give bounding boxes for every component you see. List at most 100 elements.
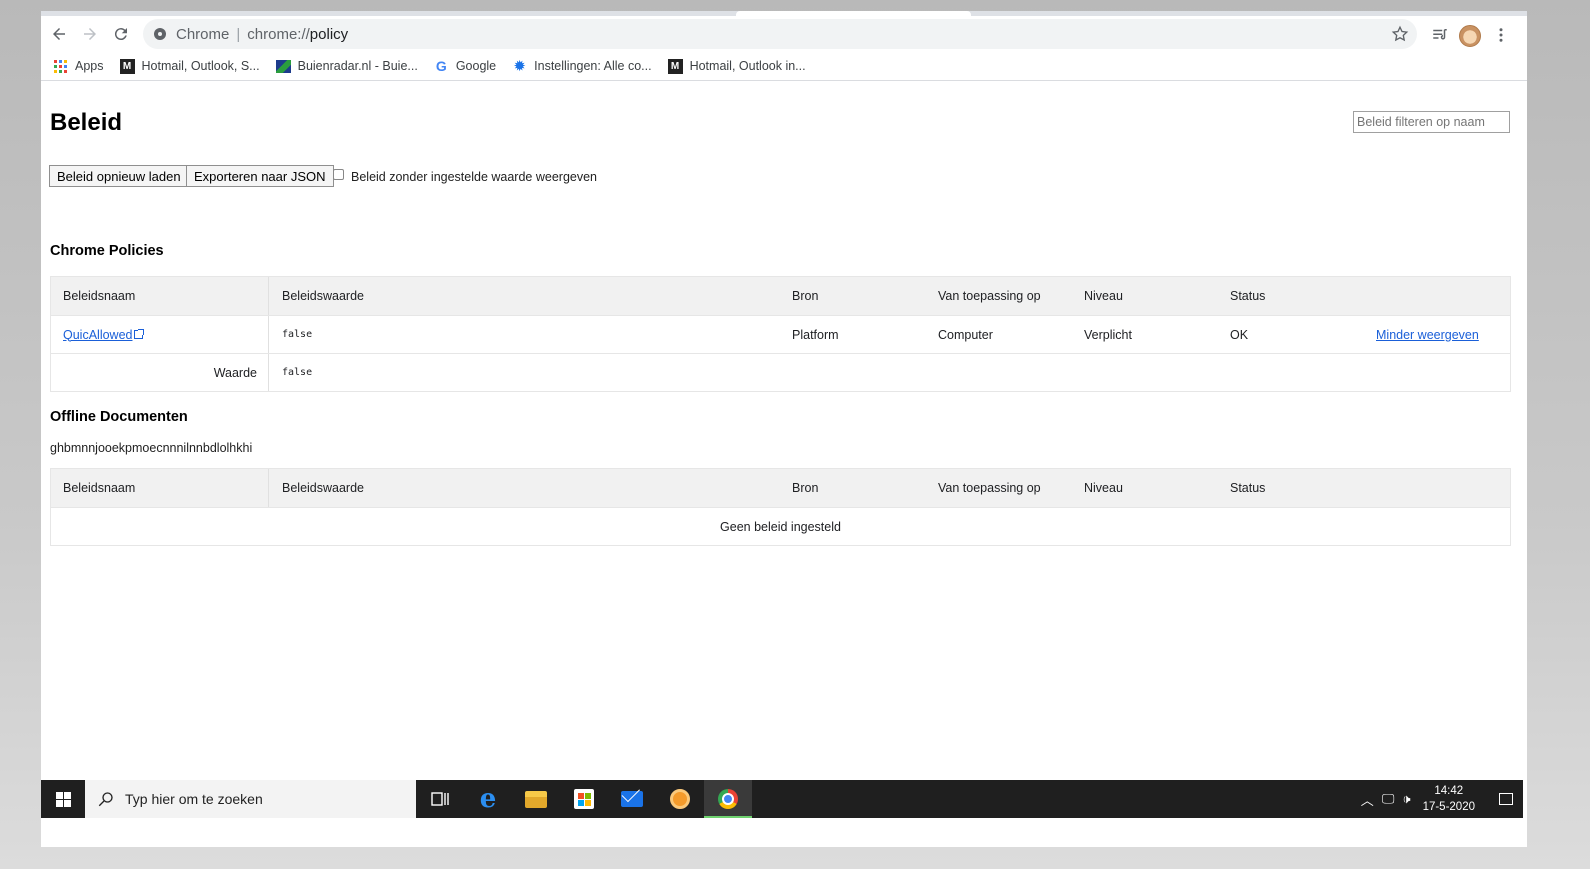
bookmark-label: Google bbox=[455, 59, 497, 73]
media-queue-icon[interactable] bbox=[1429, 24, 1451, 46]
taskbar-search-box[interactable]: Typ hier om te zoeken bbox=[85, 780, 416, 818]
taskbar-search-placeholder: Typ hier om te zoeken bbox=[125, 791, 263, 807]
task-view-icon bbox=[431, 792, 449, 806]
chrome-icon bbox=[718, 789, 738, 809]
arrow-right-icon bbox=[84, 28, 96, 40]
system-tray: ︿ 🖵 🕩 14:42 17-5-2020 bbox=[1361, 780, 1523, 818]
offline-docs-table: Beleidsnaam Beleidswaarde Bron Van toepa… bbox=[50, 468, 1511, 546]
offline-docs-title: Offline Documenten bbox=[50, 409, 188, 425]
gear-icon: ✹ bbox=[513, 58, 526, 75]
taskbar-chrome[interactable] bbox=[704, 780, 752, 818]
bookmark-google[interactable]: G Google bbox=[434, 58, 497, 74]
policy-value: false bbox=[282, 329, 313, 340]
address-bar[interactable]: Chrome | chrome://policy bbox=[143, 19, 1417, 49]
policy-name-link[interactable]: QuicAllowed bbox=[63, 328, 132, 342]
show-unset-checkbox[interactable] bbox=[333, 169, 344, 180]
policy-detail-row: Waarde false bbox=[51, 353, 1510, 391]
table-header-row: Beleidsnaam Beleidswaarde Bron Van toepa… bbox=[51, 277, 1510, 315]
header-value: Beleidswaarde bbox=[282, 481, 364, 495]
bookmark-label: Hotmail, Outlook in... bbox=[689, 59, 806, 73]
policy-scope: Computer bbox=[938, 327, 993, 342]
policy-status: OK bbox=[1230, 327, 1249, 342]
chrome-policies-table: Beleidsnaam Beleidswaarde Bron Van toepa… bbox=[50, 276, 1511, 392]
lifebuoy-icon bbox=[670, 789, 690, 809]
edge-icon: e bbox=[479, 784, 497, 814]
bookmark-instellingen[interactable]: ✹ Instellingen: Alle co... bbox=[512, 58, 652, 75]
msn-icon: M bbox=[119, 58, 135, 74]
bookmark-label: Apps bbox=[75, 59, 104, 73]
show-less-link[interactable]: Minder weergeven bbox=[1376, 316, 1479, 353]
policy-name-cell: QuicAllowed bbox=[51, 316, 269, 353]
taskbar-store[interactable] bbox=[560, 780, 608, 818]
header-level: Niveau bbox=[1084, 481, 1123, 495]
bookmark-label: Buienradar.nl - Buie... bbox=[297, 59, 418, 73]
bookmark-buienradar[interactable]: Buienradar.nl - Buie... bbox=[275, 59, 418, 74]
omnibox-chip: Chrome bbox=[176, 25, 230, 43]
notification-icon bbox=[1499, 793, 1513, 805]
search-icon bbox=[98, 792, 113, 807]
policy-level: Verplicht bbox=[1084, 327, 1132, 342]
start-button[interactable] bbox=[41, 780, 85, 818]
table-header-row: Beleidsnaam Beleidswaarde Bron Van toepa… bbox=[51, 469, 1510, 507]
policy-filter-input[interactable] bbox=[1353, 111, 1510, 133]
header-scope: Van toepassing op bbox=[938, 481, 1041, 495]
header-name: Beleidsnaam bbox=[51, 469, 269, 507]
reload-button[interactable] bbox=[107, 20, 135, 48]
chevron-up-icon[interactable]: ︿ bbox=[1361, 790, 1374, 809]
mail-icon bbox=[621, 791, 643, 807]
reload-policies-button[interactable]: Beleid opnieuw laden bbox=[49, 165, 189, 187]
bookmark-label: Hotmail, Outlook, S... bbox=[141, 59, 260, 73]
header-scope: Van toepassing op bbox=[938, 289, 1041, 303]
bookmark-apps[interactable]: Apps bbox=[53, 59, 104, 74]
empty-message: Geen beleid ingesteld bbox=[720, 519, 841, 534]
network-icon[interactable]: 🖵 bbox=[1382, 791, 1395, 807]
bookmark-star-icon[interactable] bbox=[1391, 25, 1409, 43]
show-unset-label: Beleid zonder ingestelde waarde weergeve… bbox=[351, 170, 597, 184]
msn-icon: M bbox=[667, 58, 683, 74]
clock-date: 17-5-2020 bbox=[1422, 801, 1475, 813]
header-source: Bron bbox=[792, 481, 819, 495]
external-link-icon bbox=[134, 329, 145, 339]
profile-avatar[interactable] bbox=[1459, 25, 1481, 47]
header-name: Beleidsnaam bbox=[51, 277, 269, 315]
bookmark-hotmail-2[interactable]: M Hotmail, Outlook in... bbox=[667, 58, 806, 74]
export-json-button[interactable]: Exporteren naar JSON bbox=[186, 165, 334, 187]
bookmark-label: Instellingen: Alle co... bbox=[534, 59, 652, 73]
header-level: Niveau bbox=[1084, 289, 1123, 303]
forward-button[interactable] bbox=[76, 20, 104, 48]
folder-icon bbox=[525, 790, 547, 808]
taskbar-orange-app[interactable] bbox=[656, 780, 704, 818]
policy-page: Beleid Beleid opnieuw laden Exporteren n… bbox=[41, 82, 1527, 780]
header-status: Status bbox=[1230, 289, 1266, 303]
task-view-button[interactable] bbox=[416, 780, 464, 818]
taskbar-mail[interactable] bbox=[608, 780, 656, 818]
taskbar-explorer[interactable] bbox=[512, 780, 560, 818]
header-value: Beleidswaarde bbox=[282, 289, 364, 303]
action-center-button[interactable] bbox=[1489, 793, 1523, 805]
header-source: Bron bbox=[792, 289, 819, 303]
taskbar-edge[interactable]: e bbox=[464, 780, 512, 818]
buienradar-icon bbox=[275, 59, 291, 74]
chrome-policies-title: Chrome Policies bbox=[50, 243, 164, 259]
bookmark-hotmail-1[interactable]: M Hotmail, Outlook, S... bbox=[119, 58, 260, 74]
clock-time: 14:42 bbox=[1434, 785, 1464, 797]
browser-toolbar: Chrome | chrome://policy bbox=[41, 16, 1527, 52]
apps-grid-icon bbox=[53, 59, 68, 74]
menu-kebab-icon[interactable] bbox=[1490, 24, 1512, 46]
windows-logo-icon bbox=[55, 791, 71, 807]
extension-id: ghbmnnjooekpmoecnnnilnnbdlolhkhi bbox=[50, 441, 253, 455]
policy-source: Platform bbox=[792, 327, 839, 342]
clock[interactable]: 14:42 17-5-2020 bbox=[1423, 783, 1475, 815]
volume-icon[interactable]: 🕩 bbox=[1402, 791, 1410, 807]
chrome-page-icon bbox=[154, 28, 166, 40]
table-row: QuicAllowed false Platform Computer Verp… bbox=[51, 315, 1510, 353]
back-button[interactable] bbox=[45, 20, 73, 48]
table-row: Geen beleid ingesteld bbox=[51, 507, 1510, 545]
url-scheme: chrome:// bbox=[247, 25, 310, 43]
arrow-left-icon bbox=[53, 28, 65, 40]
google-icon: G bbox=[435, 58, 447, 74]
detail-label: Waarde bbox=[51, 354, 269, 391]
windows-taskbar: Typ hier om te zoeken e ︿ 🖵 🕩 14:42 17-5… bbox=[41, 780, 1523, 818]
reload-icon bbox=[114, 28, 127, 41]
header-status: Status bbox=[1230, 481, 1266, 495]
